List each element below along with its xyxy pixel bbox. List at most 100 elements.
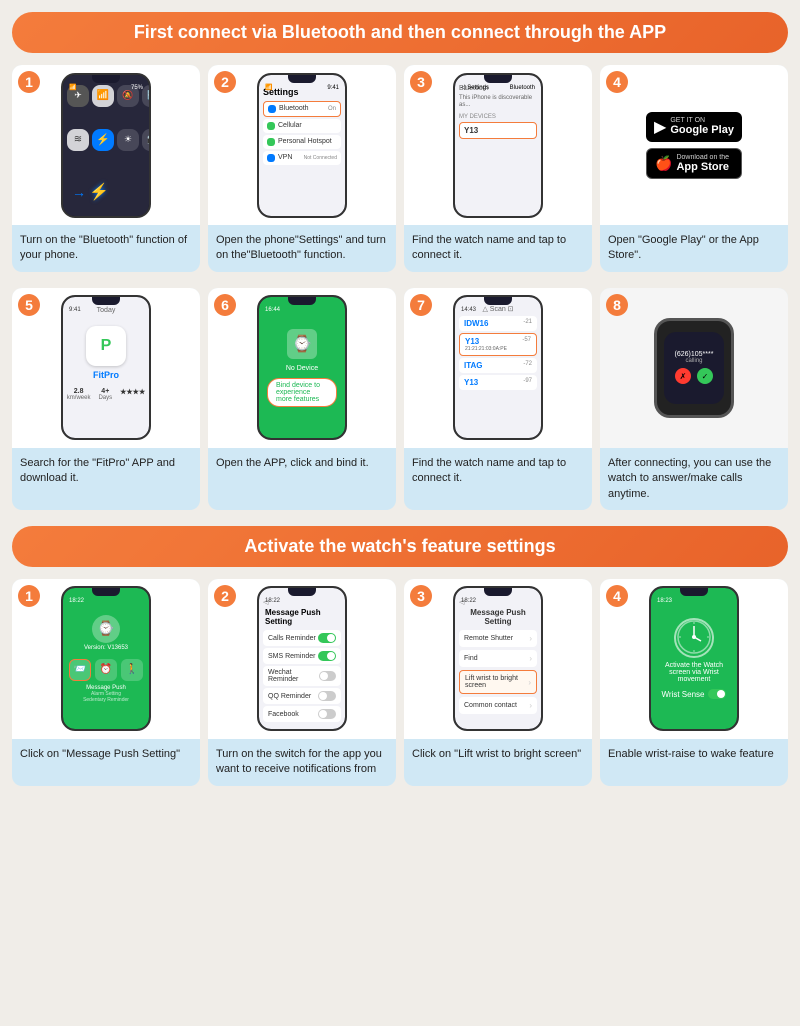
qq-reminder-item: QQ Reminder xyxy=(263,688,341,704)
step-s2-4-card: 4 18:23 xyxy=(600,579,788,786)
step-s2-4-number: 4 xyxy=(606,585,628,607)
fitpro-icon: P xyxy=(86,326,126,366)
settings-screen: Settings Bluetooth On Cellular Per xyxy=(259,75,345,216)
qq-toggle[interactable] xyxy=(318,691,336,701)
step-s2-2-desc: Turn on the switch for the app you want … xyxy=(208,739,396,786)
fitpro-screen: Today P FitPro 2.8 km/week 4+ xyxy=(63,297,149,438)
status-bar-s2-4: 18:23 xyxy=(651,596,737,606)
phone-mock-s2-1: 18:22 ⌚ Version: V13653 📨 ⏰ 🚶 Message Pu… xyxy=(61,586,151,731)
scan-y13-2: Y13 -97 xyxy=(459,375,537,390)
call-number: (626)105**** xyxy=(675,351,714,358)
google-play-label: Google Play xyxy=(670,124,734,136)
step-4-image: 4 ▶ GET IT ON Google Play 🍎 Download on … xyxy=(600,65,788,225)
calls-reminder: Calls Reminder xyxy=(268,635,316,642)
brightness-icon: ☀ xyxy=(117,129,139,151)
sms-toggle[interactable] xyxy=(318,651,336,661)
step-s2-2-number: 2 xyxy=(214,585,236,607)
answer-call-btn[interactable]: ✓ xyxy=(697,368,713,384)
common-contact-item: Common contact › xyxy=(459,697,537,714)
find-arrow: › xyxy=(529,654,532,663)
wrist-sense-label: Wrist Sense xyxy=(662,690,705,699)
step-8-image: 8 (626)105**** calling ✗ ✓ xyxy=(600,288,788,448)
section1-row1: 1 📶75% ✈ 📶 🔕 🔄 ≋ ⚡ ☀ 📷 xyxy=(12,65,788,272)
phone-mock-6: 16:44 ⌚ No Device Bind device to experie… xyxy=(257,295,347,440)
watch-mock: (626)105**** calling ✗ ✓ xyxy=(654,318,734,418)
step-4-number: 4 xyxy=(606,71,628,93)
bind-device-btn[interactable]: Bind device to experience more features xyxy=(267,378,337,407)
step-7-card: 7 14:43 △ Scan ⊡ IDW16 -21 Y13 xyxy=(404,288,592,510)
phone-mock-5: 9:41 Today P FitPro 2.8 km/week xyxy=(61,295,151,440)
version-text: Version: V13653 xyxy=(84,645,128,651)
app-store-btn[interactable]: 🍎 Download on the App Store xyxy=(646,148,742,179)
calls-reminder-item: Calls Reminder xyxy=(263,630,341,646)
step-3-card: 3 ◁ SettingsBluetooth Bluetooth This iPh… xyxy=(404,65,592,272)
lift-screen-title: Message Push Setting xyxy=(459,608,537,626)
step-4-desc: Open "Google Play" or the App Store". xyxy=(600,225,788,272)
status-bar-3: ◁ SettingsBluetooth xyxy=(455,83,541,93)
step-s2-3-card: 3 18:22 ◁ Message Push Setting Remote Sh… xyxy=(404,579,592,786)
bind-watch-icon: ⌚ xyxy=(287,329,317,359)
app-store-area: ▶ GET IT ON Google Play 🍎 Download on th… xyxy=(638,104,750,187)
find-item: Find › xyxy=(459,650,537,667)
step-3-desc: Find the watch name and tap to connect i… xyxy=(404,225,592,272)
step-2-card: 2 📶9:41 Settings Bluetooth On xyxy=(208,65,396,272)
vpn-status: Not Connected xyxy=(304,155,337,161)
find-label: Find xyxy=(464,655,478,662)
step-s2-3-image: 3 18:22 ◁ Message Push Setting Remote Sh… xyxy=(404,579,592,739)
phone-mock-s2-3: 18:22 ◁ Message Push Setting Remote Shut… xyxy=(453,586,543,731)
facebook-item: Facebook xyxy=(263,706,341,722)
status-bar-1: 📶75% xyxy=(63,83,149,93)
end-call-btn[interactable]: ✗ xyxy=(675,368,691,384)
step-5-card: 5 9:41 Today P FitPro 2.8 xyxy=(12,288,200,510)
step-s2-2-card: 2 18:22 ◁ Message Push Setting Calls Rem… xyxy=(208,579,396,786)
lift-wrist-item[interactable]: Lift wrist to bright screen › xyxy=(459,670,537,694)
phone-mock-3: ◁ SettingsBluetooth Bluetooth This iPhon… xyxy=(453,73,543,218)
get-it-on: GET IT ON xyxy=(670,117,734,124)
wechat-toggle[interactable] xyxy=(319,671,336,681)
step-4-card: 4 ▶ GET IT ON Google Play 🍎 Download on … xyxy=(600,65,788,272)
section1-header: First connect via Bluetooth and then con… xyxy=(12,12,788,53)
step-s2-1-number: 1 xyxy=(18,585,40,607)
download-on: Download on the xyxy=(676,154,729,161)
wrist-toggle[interactable] xyxy=(708,689,726,699)
bluetooth-on: On xyxy=(328,106,336,112)
step-1-image: 1 📶75% ✈ 📶 🔕 🔄 ≋ ⚡ ☀ 📷 xyxy=(12,65,200,225)
calling-label: calling xyxy=(685,358,702,364)
google-play-btn[interactable]: ▶ GET IT ON Google Play xyxy=(646,112,742,142)
bt-device-y13: Y13 xyxy=(459,122,537,139)
watch-screen: (626)105**** calling ✗ ✓ xyxy=(664,332,724,404)
alarm-icon[interactable]: ⏰ xyxy=(95,659,117,681)
sedentary-icon[interactable]: 🚶 xyxy=(121,659,143,681)
bt-desc: This iPhone is discoverable as... xyxy=(459,95,537,111)
facebook-toggle[interactable] xyxy=(318,709,336,719)
step-1-number: 1 xyxy=(18,71,40,93)
clock-svg xyxy=(676,619,712,655)
section2-title: Activate the watch's feature settings xyxy=(244,536,555,556)
camera-icon: 📷 xyxy=(142,129,149,151)
bind-screen: ⌚ No Device Bind device to experience mo… xyxy=(259,297,345,438)
msg-push-screen: ⌚ Version: V13653 📨 ⏰ 🚶 Message Push Ala… xyxy=(63,588,149,729)
wechat-reminder-item: Wechat Reminder xyxy=(263,666,341,686)
remote-shutter-item: Remote Shutter › xyxy=(459,630,537,647)
step-6-card: 6 16:44 ⌚ No Device Bind device to exper… xyxy=(208,288,396,510)
calls-toggle[interactable] xyxy=(318,633,336,643)
status-bar-7: 14:43 xyxy=(455,305,541,315)
sedentary-label-s2: Sedentary Reminder xyxy=(83,697,129,703)
remote-shutter-arrow: › xyxy=(529,634,532,643)
status-bar-5: 9:41 xyxy=(63,305,149,315)
wifi-icon2: ≋ xyxy=(67,129,89,151)
step-1-card: 1 📶75% ✈ 📶 🔕 🔄 ≋ ⚡ ☀ 📷 xyxy=(12,65,200,272)
wrist-screen: Activate the Watch screen via Wrist move… xyxy=(651,588,737,729)
no-device-label: No Device xyxy=(286,365,318,372)
vpn-label: VPN xyxy=(278,154,292,161)
step-s2-1-image: 1 18:22 ⌚ Version: V13653 📨 ⏰ 🚶 xyxy=(12,579,200,739)
step-5-image: 5 9:41 Today P FitPro 2.8 xyxy=(12,288,200,448)
msg-push-icon[interactable]: 📨 xyxy=(69,659,91,681)
phone-mock-s2-4: 18:23 xyxy=(649,586,739,731)
menu-icons-s2: 📨 ⏰ 🚶 xyxy=(69,659,143,681)
step-s2-3-desc: Click on "Lift wrist to bright screen" xyxy=(404,739,592,786)
step-6-image: 6 16:44 ⌚ No Device Bind device to exper… xyxy=(208,288,396,448)
scan-screen: △ Scan ⊡ IDW16 -21 Y13 -57 21:21:21:03:0… xyxy=(455,297,541,438)
wrist-clock xyxy=(674,618,714,658)
section1-row2: 5 9:41 Today P FitPro 2.8 xyxy=(12,288,788,510)
